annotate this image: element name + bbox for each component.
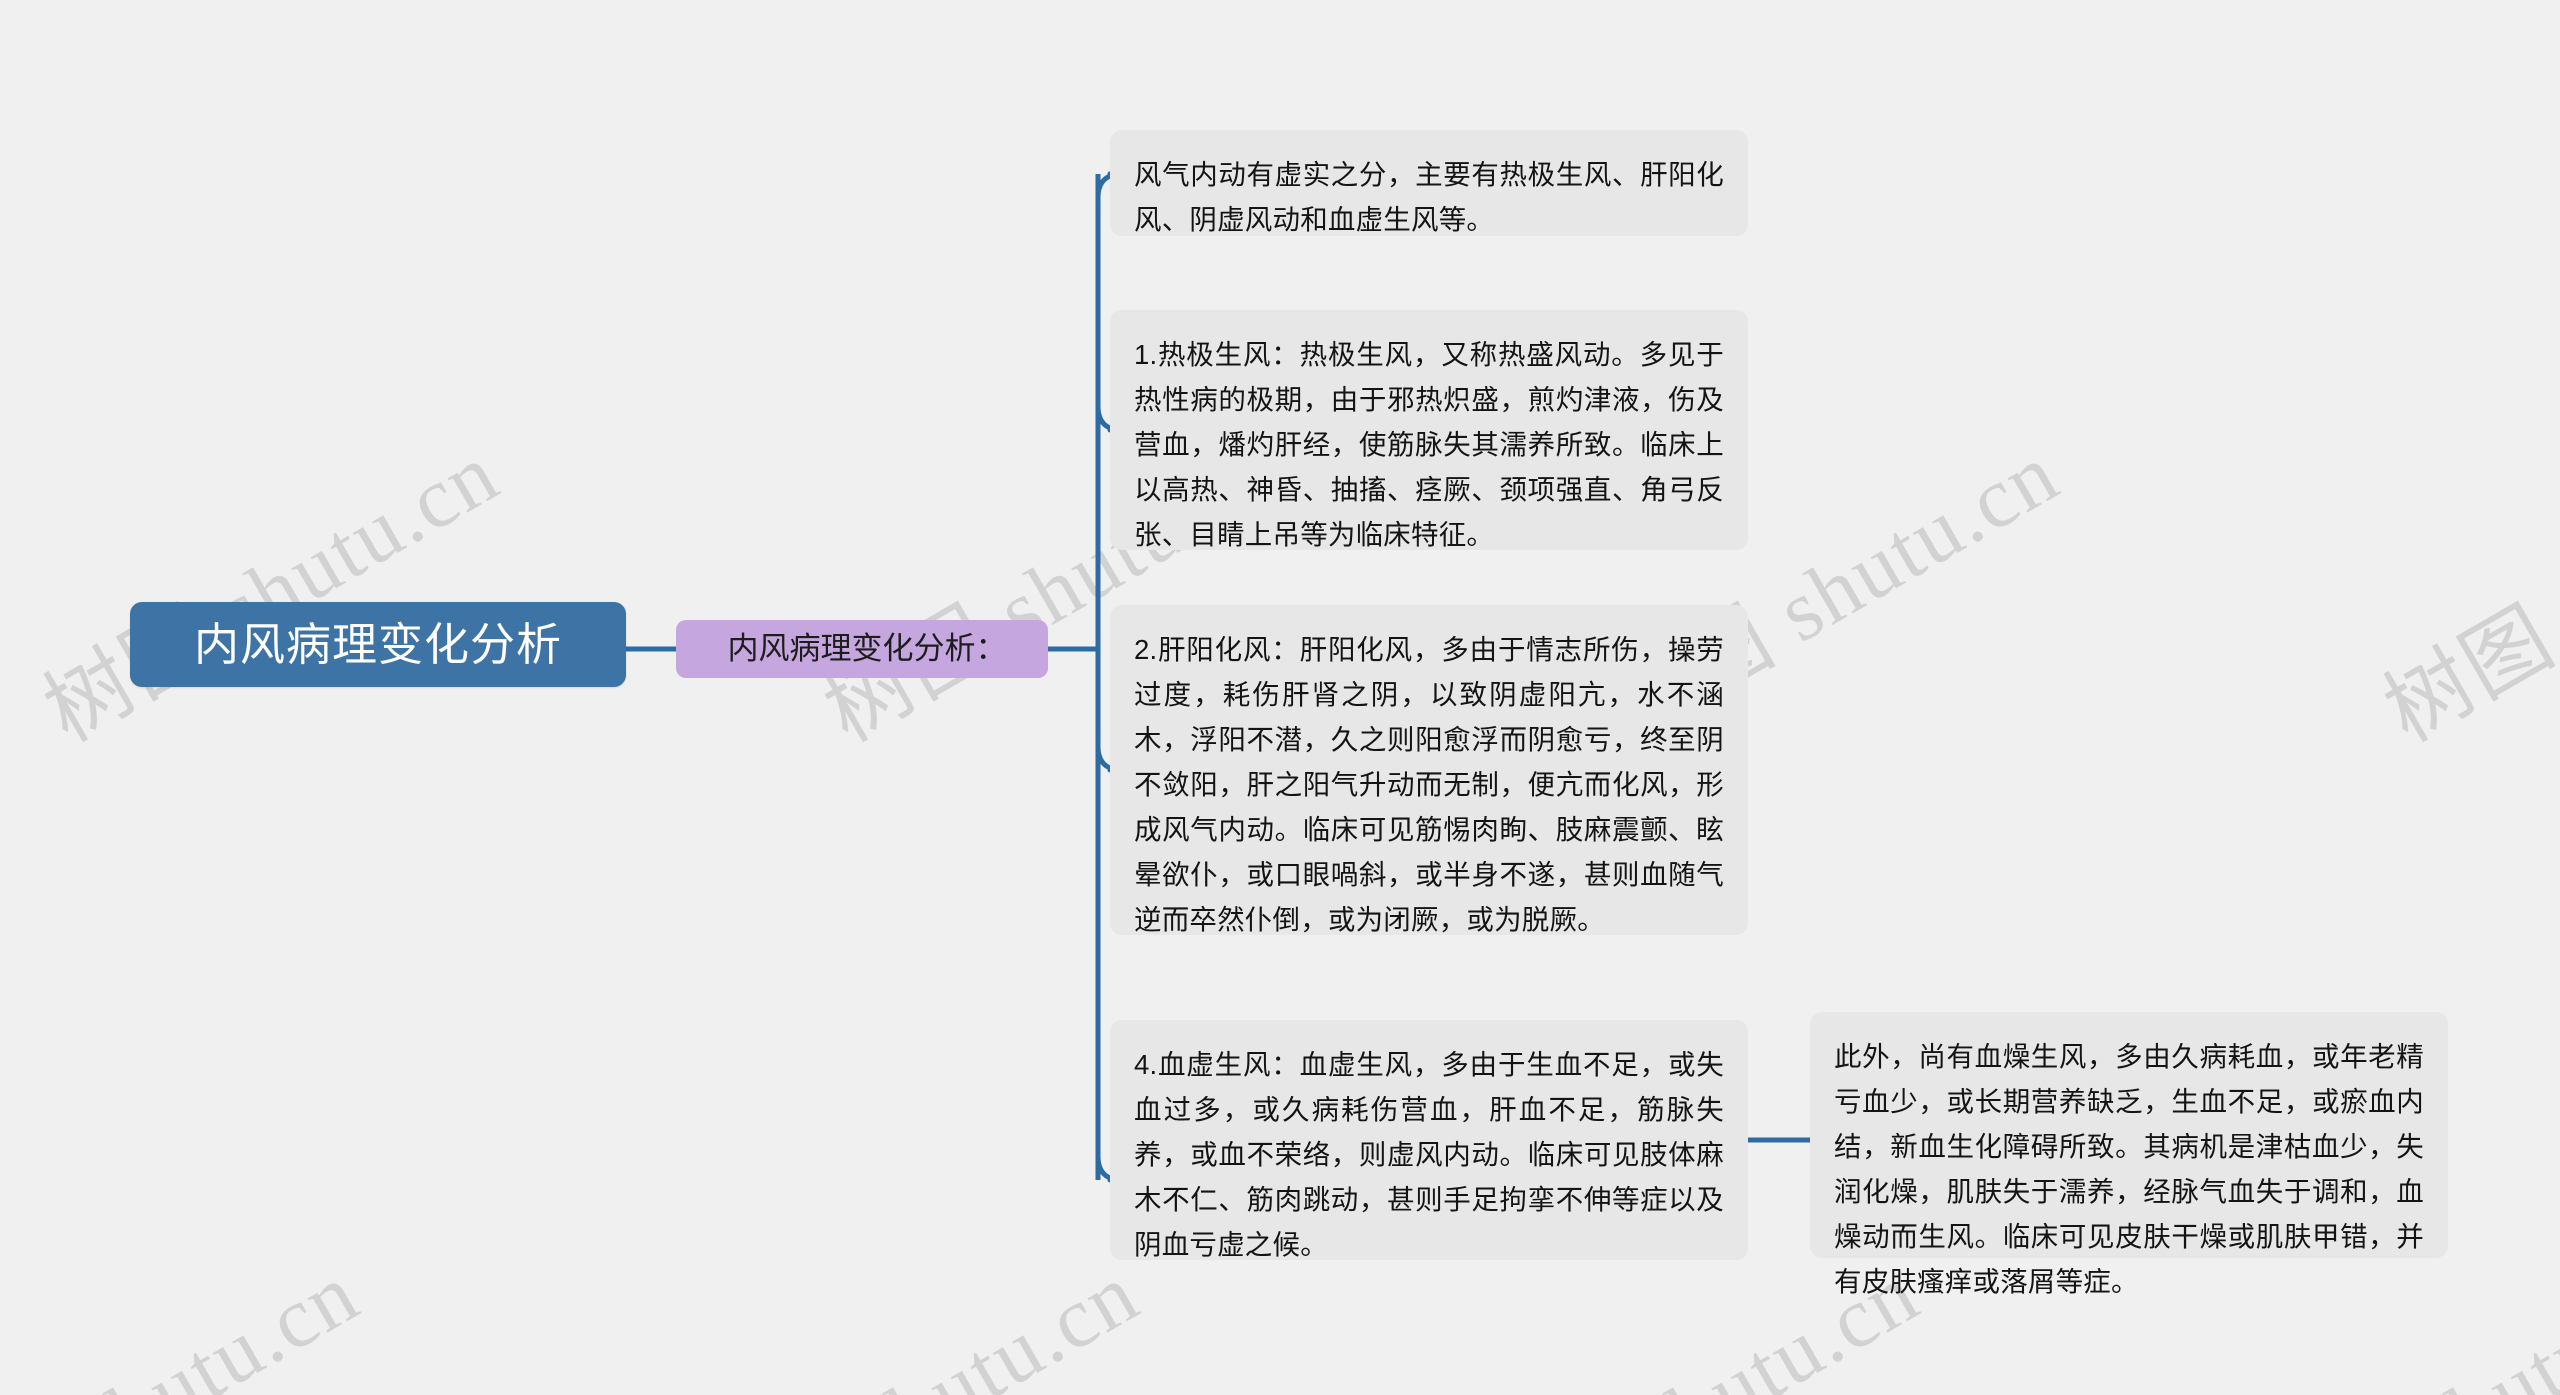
- root-node[interactable]: 内风病理变化分析: [130, 602, 626, 687]
- topic-card-blood-deficiency-wind[interactable]: 4.血虚生风：血虚生风，多由于生血不足，或失血过多，或久病耗伤营血，肝血不足，筋…: [1110, 1020, 1748, 1260]
- topic-card-liver-yang-wind[interactable]: 2.肝阳化风：肝阳化风，多由于情志所伤，操劳过度，耗伤肝肾之阴，以致阴虚阳亢，水…: [1110, 605, 1748, 935]
- topic-card-blood-dryness-wind[interactable]: 此外，尚有血燥生风，多由久病耗血，或年老精亏血少，或长期营养缺乏，生血不足，或瘀…: [1810, 1012, 2448, 1297]
- mindmap-canvas: 内风病理变化分析 内风病理变化分析： 风气内动有虚实之分，主要有热极生风、肝阳化…: [0, 0, 2560, 1395]
- topic-card-overview[interactable]: 风气内动有虚实之分，主要有热极生风、肝阳化风、阴虚风动和血虚生风等。: [1110, 130, 1748, 236]
- branch-node-internal-wind[interactable]: 内风病理变化分析：: [676, 620, 1048, 678]
- topic-card-extreme-heat-wind[interactable]: 1.热极生风：热极生风，又称热盛风动。多见于热性病的极期，由于邪热炽盛，煎灼津液…: [1110, 310, 1748, 550]
